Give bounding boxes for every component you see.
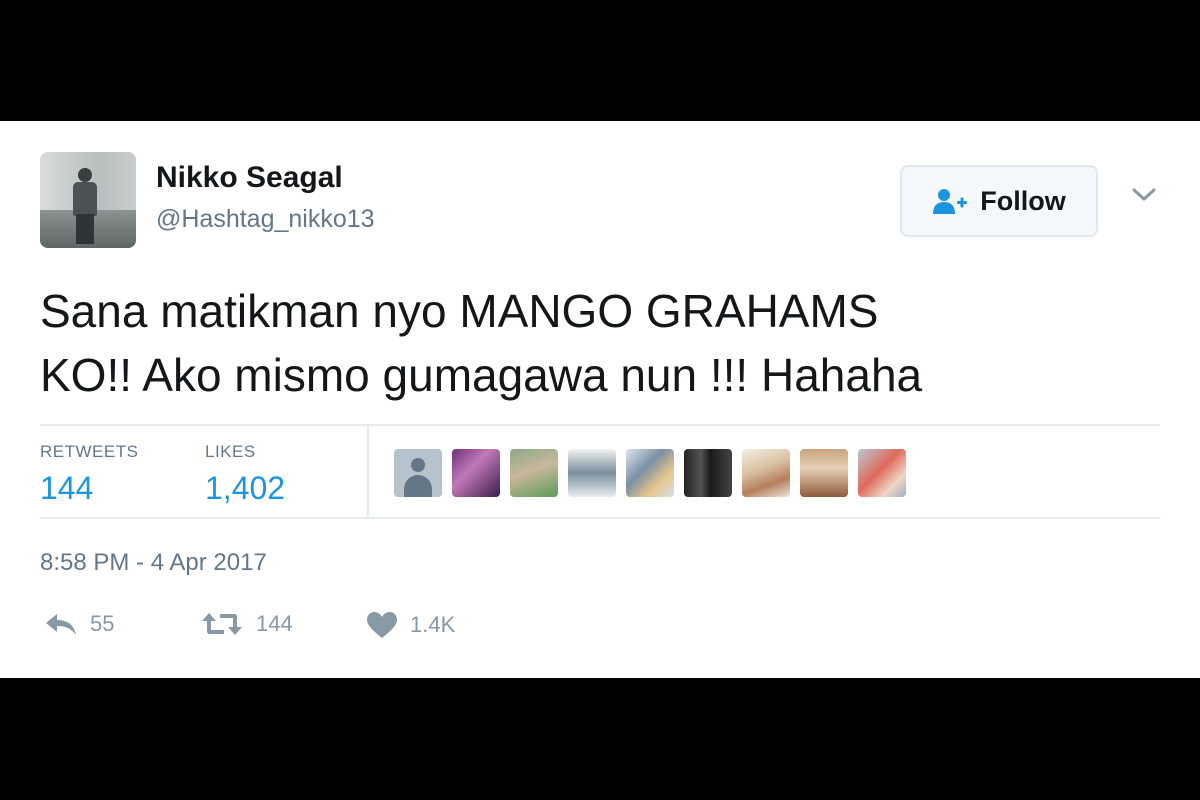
tweet-text-line: KO!! Ako mismo gumagawa nun !!! Hahaha [40,349,923,401]
retweet-button[interactable]: 144 [200,611,293,637]
retweets-count[interactable]: 144 [40,470,93,507]
avatar-person-body [73,182,97,216]
liker-avatar[interactable] [394,449,442,497]
follow-button[interactable]: Follow [900,165,1098,237]
letterbox-bottom [0,678,1200,800]
reply-count: 55 [90,611,115,636]
likes-label[interactable]: LIKES [205,442,256,462]
stats-divider-vertical [367,426,369,517]
liker-avatar[interactable] [510,449,558,497]
retweet-icon [202,613,242,635]
author-handle[interactable]: @Hashtag_nikko13 [156,205,375,234]
user-plus-icon [933,189,968,214]
avatar-person-legs [76,214,94,244]
liker-avatar[interactable] [684,449,732,497]
liker-avatar[interactable] [800,449,848,497]
tweet-text-line: Sana matikman nyo MANGO GRAHAMS [40,285,879,337]
chevron-down-icon[interactable] [1129,185,1159,205]
liker-avatar[interactable] [452,449,500,497]
retweets-label[interactable]: RETWEETS [40,442,138,462]
likers-avatar-row [394,449,906,497]
liker-avatar[interactable] [742,449,790,497]
retweet-count: 144 [256,611,293,636]
heart-icon [367,612,397,638]
tweet-timestamp[interactable]: 8:58 PM - 4 Apr 2017 [40,549,267,577]
reply-button[interactable]: 55 [44,611,114,637]
avatar-person-head [78,168,92,182]
liker-avatar[interactable] [568,449,616,497]
follow-label: Follow [980,185,1066,216]
like-button[interactable]: 1.4K [366,611,455,639]
likes-count[interactable]: 1,402 [205,470,285,507]
like-count: 1.4K [410,612,456,637]
tweet-card: Nikko Seagal @Hashtag_nikko13 Follow San… [0,121,1200,678]
stats-divider-top [40,424,1160,426]
reply-icon [46,614,76,635]
liker-avatar[interactable] [626,449,674,497]
author-avatar[interactable] [40,152,136,248]
stats-divider-bottom [40,517,1160,519]
tweet-text: Sana matikman nyo MANGO GRAHAMS KO!! Ako… [40,279,1140,407]
author-display-name[interactable]: Nikko Seagal [156,161,343,195]
liker-avatar[interactable] [858,449,906,497]
letterbox-top [0,0,1200,121]
